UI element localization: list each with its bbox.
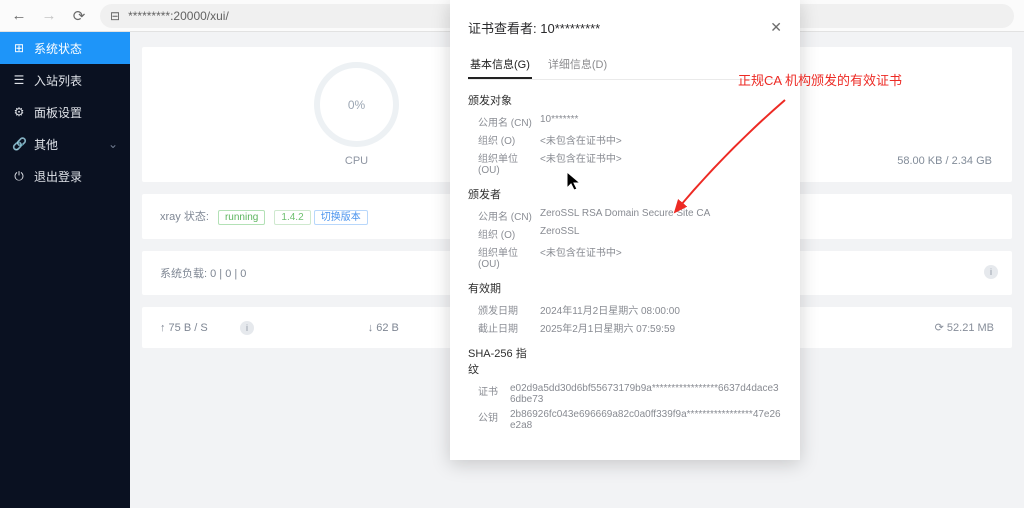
subject-o-label: 组织 (O) (478, 132, 540, 147)
issuer-o-label: 组织 (O) (478, 226, 540, 241)
cert-dialog-title: 证书查看者: 10********* (468, 18, 600, 37)
pubkey-hash-value: 2b86926fc043e696669a82c0a0ff339f9a******… (510, 409, 782, 431)
disk-metric: ⟳ 52.21 MB (935, 321, 994, 334)
annotation-text: 正规CA 机构颁发的有效证书 (738, 70, 902, 89)
subject-cn-value: 10******* (540, 114, 578, 129)
memory-value: 58.00 KB / 2.34 GB (897, 155, 992, 167)
pubkey-hash-label: 公钥 (478, 409, 510, 431)
issuer-ou-label: 组织单位 (OU) (478, 244, 540, 270)
xray-switch-version-button[interactable]: 切换版本 (314, 210, 368, 225)
issuer-heading: 颁发者 (468, 186, 782, 202)
sidebar-item-label: 退出登录 (34, 168, 82, 185)
sidebar-item-label: 入站列表 (34, 72, 82, 89)
system-load-text: 系统负载: 0 | 0 | 0 (160, 265, 246, 281)
gear-icon: ⚙ (12, 105, 26, 119)
sidebar-item-label: 其他 (34, 136, 58, 153)
refresh-icon[interactable]: ⟳ (70, 7, 88, 25)
nav-forward-icon: → (40, 7, 58, 25)
issued-date-label: 颁发日期 (478, 302, 540, 317)
url-text: *********:20000/xui/ (128, 9, 229, 23)
subject-o-value: <未包含在证书中> (540, 132, 622, 147)
chevron-down-icon: ⌄ (108, 137, 118, 151)
xray-version-badge: 1.4.2 (274, 210, 310, 225)
cpu-gauge: 0% (314, 62, 399, 147)
cert-hash-value: e02d9a5dd30d6bf55673179b9a**************… (510, 383, 782, 405)
sidebar-item-inbound-list[interactable]: ☰ 入站列表 (0, 64, 130, 96)
sha256-heading: SHA-256 指纹 (468, 345, 528, 377)
sidebar-item-other[interactable]: 🔗 其他 ⌄ (0, 128, 130, 160)
site-toggle-icon[interactable]: ⊟ (110, 9, 120, 23)
dashboard-icon: ⊞ (12, 41, 26, 55)
issuer-ou-value: <未包含在证书中> (540, 244, 622, 270)
logout-icon: ⏻ (12, 169, 26, 184)
sidebar-item-label: 系统状态 (34, 40, 82, 57)
close-icon[interactable]: ✕ (770, 19, 782, 36)
issuer-cn-value: ZeroSSL RSA Domain Secure Site CA (540, 208, 710, 223)
info-icon[interactable]: i (984, 265, 998, 279)
sidebar-item-panel-settings[interactable]: ⚙ 面板设置 (0, 96, 130, 128)
sidebar: ⊞ 系统状态 ☰ 入站列表 ⚙ 面板设置 🔗 其他 ⌄ ⏻ 退出登录 (0, 32, 130, 508)
sidebar-item-logout[interactable]: ⏻ 退出登录 (0, 160, 130, 192)
tab-detail-info[interactable]: 详细信息(D) (546, 51, 609, 79)
xray-label: xray 状态: (160, 211, 209, 223)
cpu-label: CPU (345, 155, 368, 167)
xray-status-badge: running (218, 210, 265, 225)
subject-ou-label: 组织单位 (OU) (478, 150, 540, 176)
sidebar-item-label: 面板设置 (34, 104, 82, 121)
certificate-viewer-dialog: 证书查看者: 10********* ✕ 基本信息(G) 详细信息(D) 颁发对… (450, 0, 800, 460)
subject-ou-value: <未包含在证书中> (540, 150, 622, 176)
issuer-cn-label: 公用名 (CN) (478, 208, 540, 223)
tab-basic-info[interactable]: 基本信息(G) (468, 51, 532, 79)
cert-hash-label: 证书 (478, 383, 510, 405)
subject-heading: 颁发对象 (468, 92, 782, 108)
sidebar-item-system-status[interactable]: ⊞ 系统状态 (0, 32, 130, 64)
expire-date-value: 2025年2月1日星期六 07:59:59 (540, 320, 675, 335)
nav-back-icon[interactable]: ← (10, 7, 28, 25)
validity-heading: 有效期 (468, 280, 782, 296)
download-speed: ↓ 62 B (368, 322, 399, 334)
upload-speed: ↑ 75 B / S (160, 322, 208, 334)
issued-date-value: 2024年11月2日星期六 08:00:00 (540, 302, 680, 317)
issuer-o-value: ZeroSSL (540, 226, 579, 241)
subject-cn-label: 公用名 (CN) (478, 114, 540, 129)
expire-date-label: 截止日期 (478, 320, 540, 335)
list-icon: ☰ (12, 73, 26, 87)
link-icon: 🔗 (12, 137, 26, 151)
info-icon[interactable]: i (240, 321, 254, 335)
